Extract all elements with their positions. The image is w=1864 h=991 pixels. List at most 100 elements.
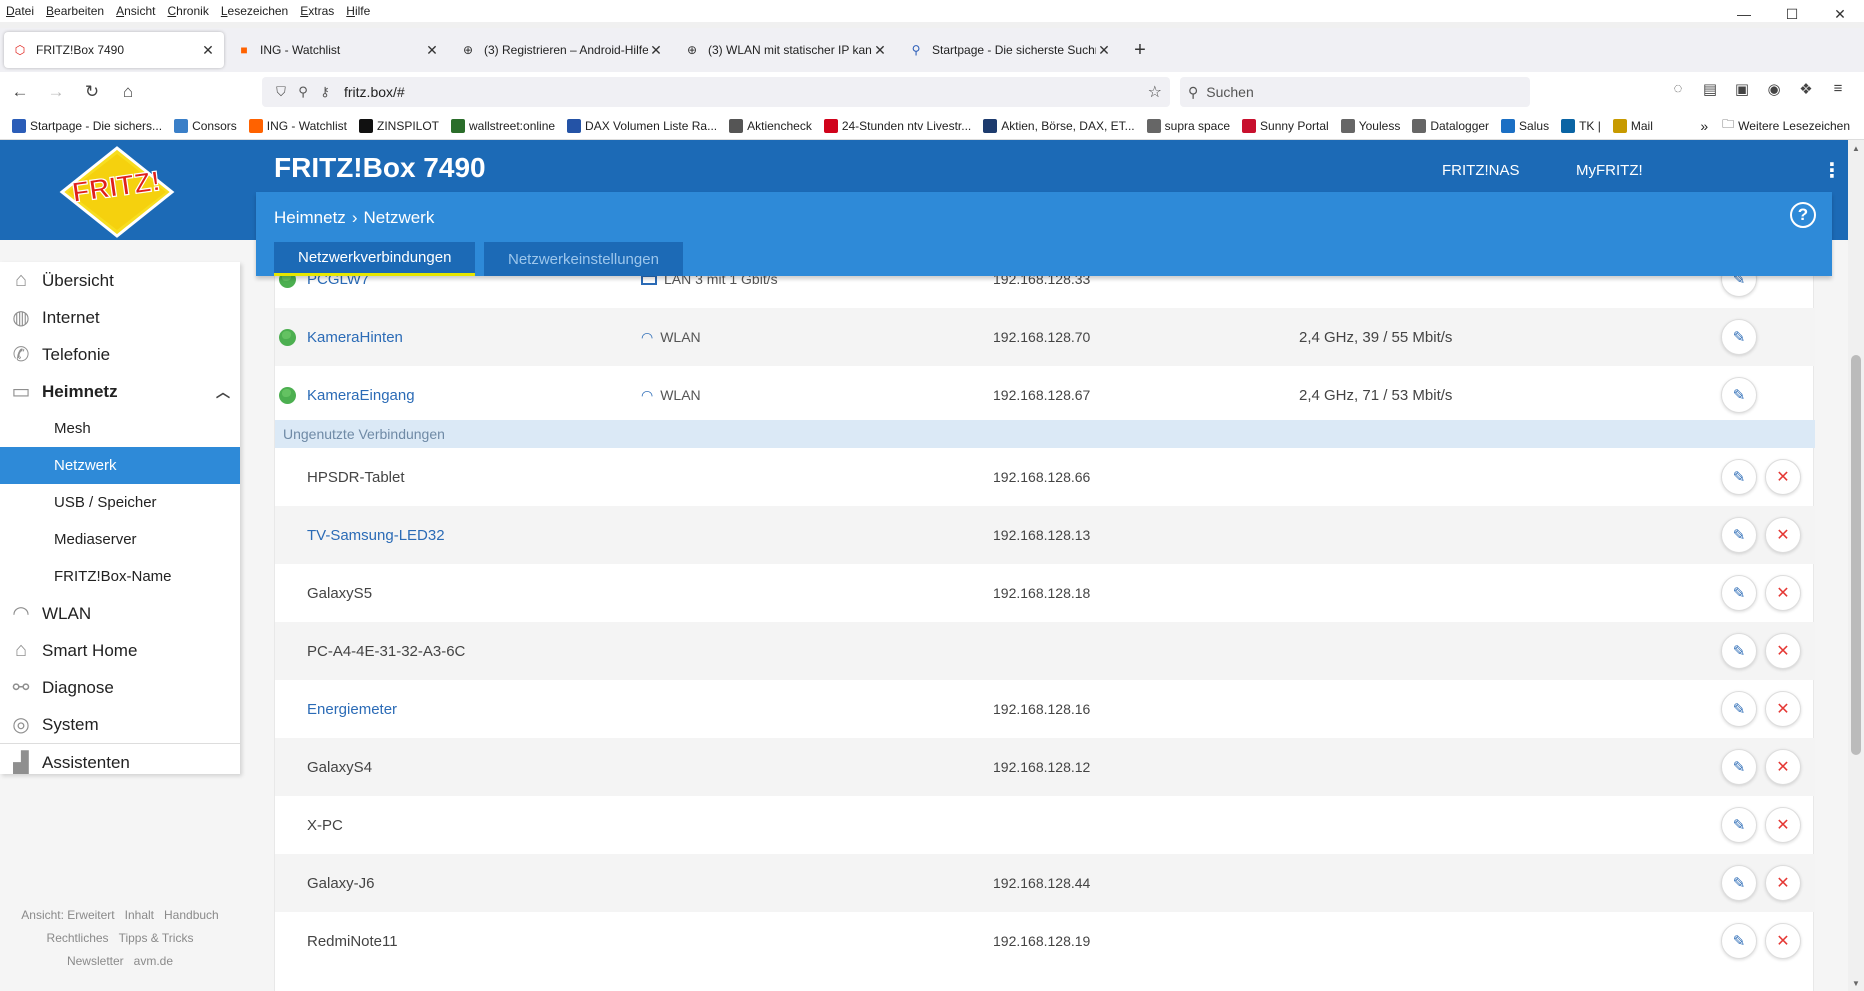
edit-button[interactable]: ✎	[1721, 691, 1757, 727]
edit-button[interactable]: ✎	[1721, 749, 1757, 785]
sidebar-item-telefonie[interactable]: ✆ Telefonie	[0, 336, 240, 373]
bookmark-14[interactable]: TK |	[1561, 118, 1601, 133]
bookmark-1[interactable]: Consors	[174, 118, 237, 133]
bookmark-6[interactable]: Aktiencheck	[729, 118, 812, 133]
delete-button[interactable]: ✕	[1765, 575, 1801, 611]
footer-link[interactable]: avm.de	[134, 954, 173, 968]
maximize-icon[interactable]: ☐	[1768, 0, 1816, 28]
menu-4[interactable]: Lesezeichen	[215, 4, 294, 18]
extension-icon[interactable]: ◉	[1758, 80, 1790, 98]
bookmark-label[interactable]: wallstreet:online	[469, 119, 555, 133]
shield-icon[interactable]: ⛉	[270, 84, 292, 100]
bookmark-9[interactable]: supra space	[1146, 118, 1230, 133]
menu-1[interactable]: Bearbeiten	[40, 4, 110, 18]
breadcrumb-heimnetz[interactable]: Heimnetz	[274, 208, 346, 228]
device-name[interactable]: KameraEingang	[307, 387, 415, 404]
forward-icon[interactable]: →	[40, 76, 72, 108]
edit-button[interactable]: ✎	[1721, 923, 1757, 959]
tab-2[interactable]: ⊕ (3) Registrieren – Android-Hilfe… ✕	[452, 32, 672, 68]
screenshot-icon[interactable]: ▣	[1726, 80, 1758, 98]
sidebar-item-smart-home[interactable]: ⌂ Smart Home	[0, 632, 240, 669]
reload-icon[interactable]: ↻	[76, 76, 108, 108]
scroll-up-icon[interactable]: ▲	[1848, 140, 1864, 156]
delete-button[interactable]: ✕	[1765, 633, 1801, 669]
tab-3[interactable]: ⊕ (3) WLAN mit statischer IP kann…✕	[676, 32, 896, 68]
bookmark-label[interactable]: Startpage - Die sichers...	[30, 119, 162, 133]
key-icon[interactable]: ⚷	[314, 84, 336, 100]
sidebar-item-internet[interactable]: ◍ Internet	[0, 299, 240, 336]
close-tab-icon[interactable]: ✕	[200, 42, 216, 59]
other-bookmarks[interactable]: Weitere Lesezeichen	[1738, 119, 1850, 133]
bookmark-0[interactable]: Startpage - Die sichers...	[12, 118, 162, 133]
delete-button[interactable]: ✕	[1765, 749, 1801, 785]
footer-link[interactable]: Handbuch	[164, 908, 219, 922]
close-tab-icon[interactable]: ✕	[424, 42, 440, 59]
menu-5[interactable]: Extras	[294, 4, 340, 18]
fritz-logo[interactable]: FRITZ!	[58, 146, 176, 238]
bookmark-4[interactable]: wallstreet:online	[451, 118, 555, 133]
scroll-thumb[interactable]	[1851, 355, 1861, 755]
sidebar-item-diagnose[interactable]: ⚯ Diagnose	[0, 669, 240, 706]
bookmark-13[interactable]: Salus	[1501, 118, 1549, 133]
menu-2[interactable]: Ansicht	[110, 4, 161, 18]
close-tab-icon[interactable]: ✕	[1096, 42, 1112, 59]
bookmarks-more[interactable]: » 🗀 Weitere Lesezeichen	[1700, 115, 1850, 136]
tab-4[interactable]: ⚲ Startpage - Die sicherste Suchm…✕	[900, 32, 1120, 68]
sidebar-item-assistenten[interactable]: ▟ Assistenten	[0, 744, 240, 781]
footer-link[interactable]: Rechtliches	[47, 931, 109, 945]
chevron-double-right-icon[interactable]: »	[1700, 118, 1708, 134]
new-tab-icon[interactable]: +	[1124, 34, 1156, 66]
bookmark-label[interactable]: supra space	[1165, 119, 1230, 133]
footer-link[interactable]: Newsletter	[67, 954, 124, 968]
tab-netzwerkeinstellungen[interactable]: Netzwerkeinstellungen	[484, 242, 683, 276]
delete-button[interactable]: ✕	[1765, 807, 1801, 843]
tab-netzwerkverbindungen[interactable]: Netzwerkverbindungen	[274, 242, 476, 276]
scrollbar[interactable]: ▲ ▼	[1848, 140, 1864, 991]
device-name[interactable]: KameraHinten	[307, 329, 403, 346]
pocket-icon[interactable]: ◌	[1662, 80, 1694, 98]
scroll-down-icon[interactable]: ▼	[1848, 975, 1864, 991]
addon-icon[interactable]: ❖	[1790, 80, 1822, 98]
footer-link[interactable]: Tipps & Tricks	[119, 931, 194, 945]
edit-button[interactable]: ✎	[1721, 319, 1757, 355]
url-text[interactable]: fritz.box/#	[344, 84, 405, 100]
device-name[interactable]: Energiemeter	[307, 701, 397, 718]
bookmark-label[interactable]: Consors	[192, 119, 237, 133]
bookmark-11[interactable]: Youless	[1340, 118, 1400, 133]
edit-button[interactable]: ✎	[1721, 633, 1757, 669]
bookmark-label[interactable]: Datalogger	[1430, 119, 1489, 133]
bookmark-3[interactable]: ZINSPILOT	[358, 118, 439, 133]
search-input[interactable]: ⚲ Suchen	[1180, 77, 1530, 107]
bookmark-label[interactable]: DAX Volumen Liste Ra...	[585, 119, 717, 133]
home-icon[interactable]: ⌂	[112, 76, 144, 108]
delete-button[interactable]: ✕	[1765, 923, 1801, 959]
sidebar-item-übersicht[interactable]: ⌂ Übersicht	[0, 262, 240, 299]
sidebar-item-system[interactable]: ◎ System	[0, 706, 240, 743]
device-name[interactable]: TV-Samsung-LED32	[307, 527, 445, 544]
bookmark-label[interactable]: Salus	[1519, 119, 1549, 133]
minimize-icon[interactable]: —	[1720, 0, 1768, 28]
edit-button[interactable]: ✎	[1721, 807, 1757, 843]
reader-icon[interactable]: ▤	[1694, 80, 1726, 98]
chevron-up-icon[interactable]: ︿	[216, 382, 230, 402]
more-options-icon[interactable]: ⋮	[1822, 158, 1842, 183]
bookmark-12[interactable]: Datalogger	[1412, 118, 1489, 133]
bookmark-label[interactable]: Mail	[1631, 119, 1653, 133]
back-icon[interactable]: ←	[4, 76, 36, 108]
myfritz-link[interactable]: MyFRITZ!	[1576, 162, 1643, 179]
bookmark-8[interactable]: Aktien, Börse, DAX, ET...	[983, 118, 1135, 133]
menu-3[interactable]: Chronik	[161, 4, 214, 18]
edit-button[interactable]: ✎	[1721, 865, 1757, 901]
bookmark-label[interactable]: ZINSPILOT	[377, 119, 439, 133]
edit-button[interactable]: ✎	[1721, 575, 1757, 611]
delete-button[interactable]: ✕	[1765, 691, 1801, 727]
delete-button[interactable]: ✕	[1765, 459, 1801, 495]
close-tab-icon[interactable]: ✕	[648, 42, 664, 59]
bookmark-label[interactable]: TK |	[1579, 119, 1601, 133]
url-bar[interactable]: ⛉ ⚲ ⚷ fritz.box/# ☆	[262, 77, 1170, 107]
close-icon[interactable]: ✕	[1816, 0, 1864, 28]
sidebar-subitem-2[interactable]: USB / Speicher	[0, 484, 240, 521]
footer-link[interactable]: Inhalt	[125, 908, 154, 922]
bookmark-5[interactable]: DAX Volumen Liste Ra...	[567, 118, 717, 133]
bookmark-label[interactable]: Aktiencheck	[747, 119, 812, 133]
